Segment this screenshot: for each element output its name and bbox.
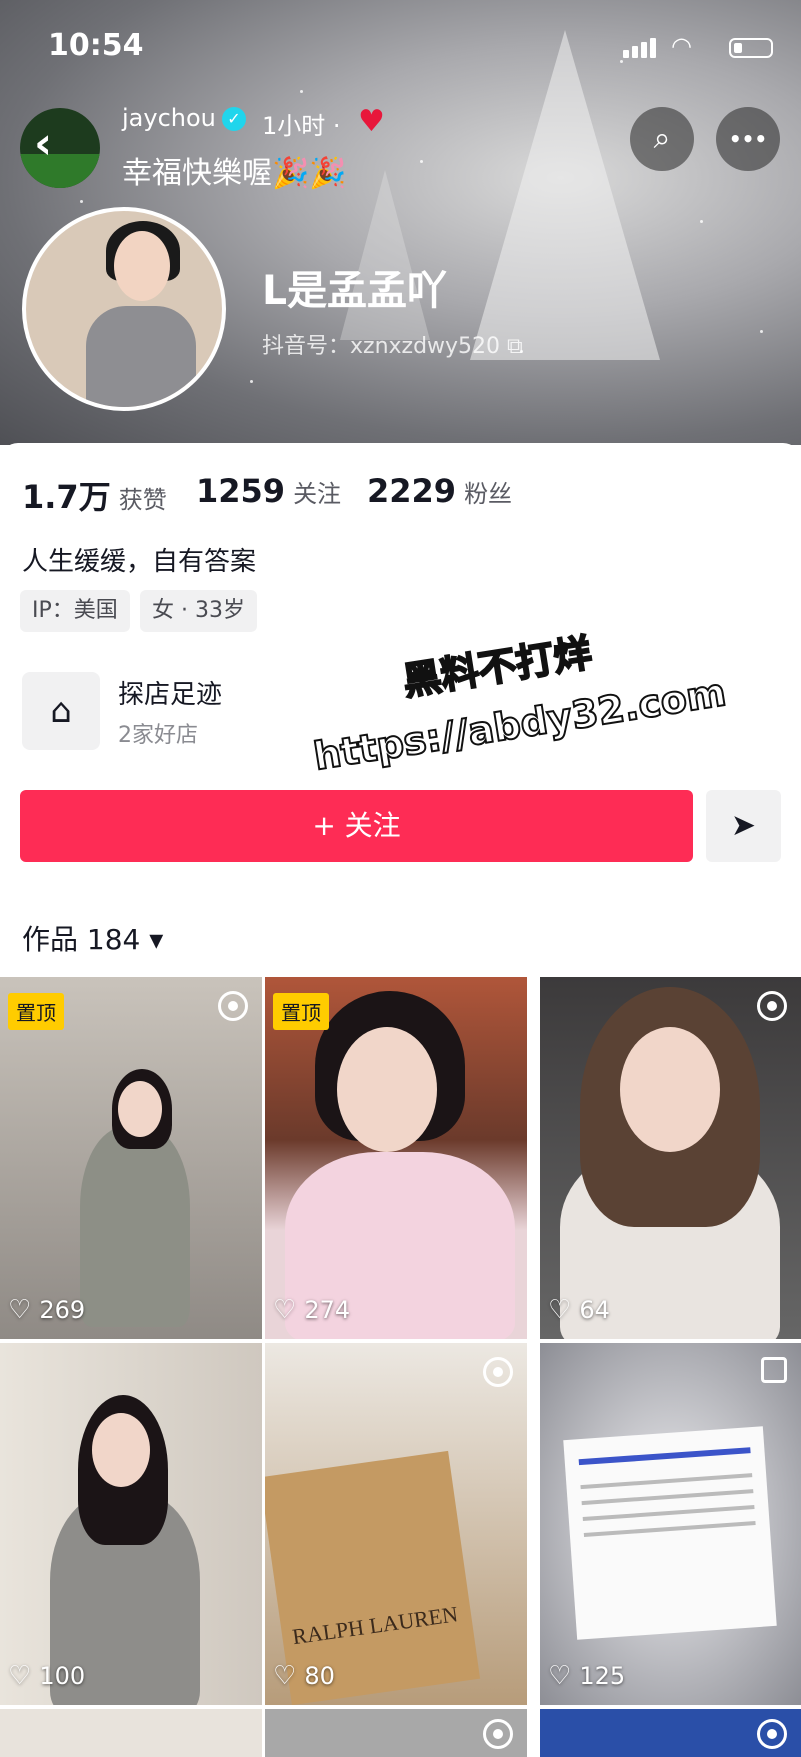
post-caption: 幸福快樂喔🎉🎉 <box>122 156 347 191</box>
like-count: ♡ 64 <box>548 1295 610 1325</box>
post-time: 1小时 · <box>262 112 341 140</box>
shop-icon[interactable]: ⌂ <box>22 672 100 750</box>
nickname-prefix: ᒪ <box>262 268 288 314</box>
signal-icon <box>623 50 629 58</box>
wifi-icon: ◠ <box>671 32 692 60</box>
gender-age-tag: 女 · 33岁 <box>140 590 257 632</box>
video-tile[interactable]: ♡ 64 <box>540 977 801 1339</box>
snow-tree-decoration <box>470 30 660 360</box>
stat-number: 2229 <box>367 472 457 510</box>
like-count: ♡ 274 <box>273 1295 351 1325</box>
heart-filled-icon[interactable]: ♥ <box>358 104 385 139</box>
poster-avatar[interactable] <box>20 108 100 188</box>
username-text: jaychou <box>122 104 216 132</box>
like-count: ♡ 80 <box>273 1661 335 1691</box>
battery-icon <box>729 38 773 58</box>
shop-title[interactable]: 探店足迹 <box>118 674 222 711</box>
heart-icon: ♡ <box>8 1661 32 1691</box>
nickname-text: 是孟孟吖 <box>287 268 448 314</box>
like-count: ♡ 269 <box>8 1295 86 1325</box>
stat-likes[interactable]: 1.7万 获赞 <box>22 472 167 518</box>
heart-icon: ♡ <box>548 1295 572 1325</box>
more-icon: ••• <box>728 127 768 151</box>
live-photo-icon <box>757 1719 787 1749</box>
video-tile[interactable]: RALPH LAUREN ♡ 80 <box>265 1343 527 1705</box>
video-tile[interactable]: ♡ 125 <box>540 1343 801 1705</box>
document-photo <box>563 1426 777 1640</box>
stat-followers[interactable]: 2229 粉丝 <box>367 472 512 510</box>
heart-icon: ♡ <box>273 1661 297 1691</box>
like-count: ♡ 100 <box>8 1661 86 1691</box>
status-icons: ◠ <box>623 32 773 62</box>
heart-icon: ♡ <box>548 1661 572 1691</box>
poster-username[interactable]: jaychou ✓ <box>122 104 246 132</box>
stat-label: 获赞 <box>118 486 167 514</box>
profile-avatar[interactable] <box>22 207 226 411</box>
heart-icon: ♡ <box>273 1295 297 1325</box>
pinned-badge: 置顶 <box>273 993 329 1030</box>
verified-icon: ✓ <box>221 107 246 131</box>
douyin-id[interactable]: 抖音号：xznxzdwy520 ⧉ <box>262 328 523 360</box>
video-tile[interactable]: ♡ 100 <box>0 1343 262 1705</box>
profile-bio: 人生缓缓，自有答案 <box>22 547 257 577</box>
shop-subtitle: 2家好店 <box>118 723 198 748</box>
share-button[interactable]: ➤ <box>706 790 781 862</box>
video-tile[interactable] <box>540 1709 801 1757</box>
video-tile[interactable] <box>265 1709 527 1757</box>
like-count: ♡ 125 <box>548 1661 626 1691</box>
live-photo-icon <box>483 1357 513 1387</box>
works-tab[interactable]: 作品 184 ▾ <box>22 918 163 958</box>
stat-following[interactable]: 1259 关注 <box>196 472 341 510</box>
stat-number: 1.7万 <box>22 478 111 516</box>
status-time: 10:54 <box>48 28 144 63</box>
video-tile[interactable]: 置顶 ♡ 269 <box>0 977 262 1339</box>
more-button[interactable]: ••• <box>716 107 780 171</box>
video-tile[interactable] <box>0 1709 262 1757</box>
stat-label: 关注 <box>293 480 342 508</box>
profile-nickname: ᒪ是孟孟吖 <box>262 258 447 316</box>
search-button[interactable]: ⌕ <box>630 107 694 171</box>
send-icon: ➤ <box>730 808 757 843</box>
pinned-badge: 置顶 <box>8 993 64 1030</box>
heart-icon: ♡ <box>8 1295 32 1325</box>
live-photo-icon <box>757 991 787 1021</box>
search-icon: ⌕ <box>653 121 671 156</box>
stat-number: 1259 <box>196 472 286 510</box>
stat-label: 粉丝 <box>464 480 513 508</box>
multi-image-icon <box>761 1357 787 1383</box>
live-photo-icon <box>483 1719 513 1749</box>
video-tile[interactable]: 置顶 ♡ 274 <box>265 977 527 1339</box>
back-icon[interactable]: ‹ <box>34 118 52 169</box>
follow-button[interactable]: + 关注 <box>20 790 693 862</box>
live-photo-icon <box>218 991 248 1021</box>
ip-tag: IP：美国 <box>20 590 130 632</box>
